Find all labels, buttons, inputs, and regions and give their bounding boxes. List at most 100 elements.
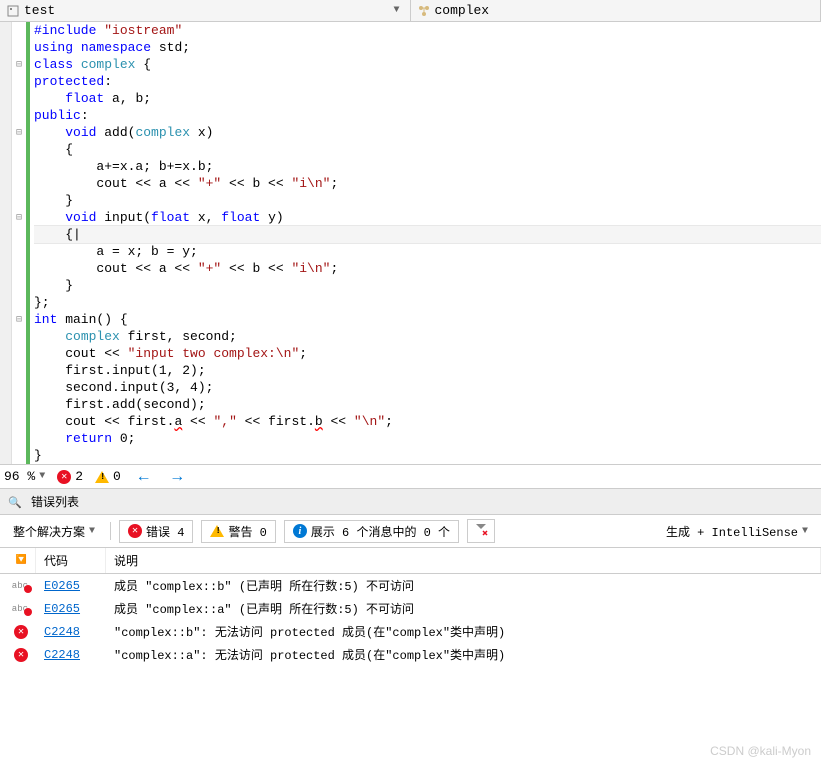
editor-gutter	[0, 22, 12, 464]
code-line[interactable]: a+=x.a; b+=x.b;	[34, 158, 821, 175]
code-line[interactable]: complex first, second;	[34, 328, 821, 345]
fold-toggle	[12, 175, 26, 192]
warnings-filter-button[interactable]: 警告 0	[201, 520, 275, 543]
error-description: "complex::b": 无法访问 protected 成员(在"comple…	[106, 623, 821, 640]
messages-filter-label: 展示 6 个消息中的 0 个	[311, 523, 450, 540]
fold-toggle	[12, 277, 26, 294]
breadcrumb: test ▼ complex	[0, 0, 821, 22]
chevron-down-icon: ▼	[89, 526, 95, 537]
code-line[interactable]: second.input(3, 4);	[34, 379, 821, 396]
error-description: "complex::a": 无法访问 protected 成员(在"comple…	[106, 646, 821, 663]
error-table-header: 🔽 代码 说明	[0, 548, 821, 574]
code-line[interactable]: protected:	[34, 73, 821, 90]
error-row[interactable]: ✕C2248"complex::b": 无法访问 protected 成员(在"…	[0, 620, 821, 643]
error-icon: ✕	[128, 524, 142, 538]
code-line[interactable]: public:	[34, 107, 821, 124]
errors-filter-button[interactable]: ✕ 错误 4	[119, 520, 193, 543]
fold-toggle	[12, 413, 26, 430]
fold-toggle	[12, 379, 26, 396]
nav-back-button[interactable]: ←	[133, 468, 155, 486]
messages-filter-button[interactable]: i 展示 6 个消息中的 0 个	[284, 520, 459, 543]
nav-forward-button[interactable]: →	[166, 468, 188, 486]
clear-filter-button[interactable]	[467, 519, 495, 543]
warning-count[interactable]: 0	[95, 469, 121, 484]
code-line[interactable]: {	[34, 141, 821, 158]
fold-toggle	[12, 243, 26, 260]
warning-icon	[95, 471, 109, 483]
column-code[interactable]: 代码	[36, 548, 106, 573]
code-line[interactable]: int main() {	[34, 311, 821, 328]
error-row[interactable]: abcE0265成员 "complex::b" (已声明 所在行数:5) 不可访…	[0, 574, 821, 597]
fold-toggle[interactable]: ⊟	[12, 124, 26, 141]
code-line[interactable]: cout << "input two complex:\n";	[34, 345, 821, 362]
fold-toggle	[12, 22, 26, 39]
fold-toggle	[12, 90, 26, 107]
fold-toggle	[12, 141, 26, 158]
breadcrumb-scope[interactable]: test ▼	[0, 0, 411, 21]
error-table-body: abc E0265成员 "complex::b" (已声明 所在行数:5) 不可访…	[0, 574, 821, 666]
zoom-value: 96 %	[4, 469, 35, 484]
error-count-value: 2	[75, 469, 83, 484]
column-icon[interactable]: 🔽	[0, 548, 36, 573]
code-line[interactable]: void input(float x, float y)	[34, 209, 821, 226]
intellisense-error-icon: abc	[12, 604, 28, 614]
error-code[interactable]: E0265	[36, 579, 106, 593]
fold-toggle	[12, 226, 26, 243]
fold-toggle	[12, 345, 26, 362]
error-code[interactable]: C2248	[36, 625, 106, 639]
code-line[interactable]: }	[34, 277, 821, 294]
code-line[interactable]: class complex {	[34, 56, 821, 73]
scope-filter-label: 整个解决方案	[13, 523, 85, 540]
zoom-selector[interactable]: 96 % ▼	[4, 469, 45, 484]
breadcrumb-member[interactable]: complex	[411, 0, 821, 21]
error-row[interactable]: ✕C2248"complex::a": 无法访问 protected 成员(在"…	[0, 643, 821, 666]
code-line[interactable]: cout << first.a << "," << first.b << "\n…	[34, 413, 821, 430]
error-count[interactable]: ✕ 2	[57, 469, 83, 484]
fold-toggle	[12, 107, 26, 124]
fold-toggle	[12, 362, 26, 379]
fold-toggle	[12, 430, 26, 447]
breadcrumb-scope-label: test	[24, 3, 55, 18]
code-line[interactable]: cout << a << "+" << b << "i\n";	[34, 260, 821, 277]
code-line[interactable]: void add(complex x)	[34, 124, 821, 141]
error-filter-bar: 整个解决方案 ▼ ✕ 错误 4 警告 0 i 展示 6 个消息中的 0 个 生成…	[0, 515, 821, 548]
fold-toggle	[12, 328, 26, 345]
info-icon: i	[293, 524, 307, 538]
error-description: 成员 "complex::b" (已声明 所在行数:5) 不可访问	[106, 577, 821, 594]
chevron-down-icon[interactable]: ▼	[389, 5, 403, 16]
chevron-down-icon: ▼	[802, 526, 808, 537]
code-line[interactable]: }	[34, 447, 821, 464]
code-line[interactable]: {|	[34, 225, 821, 244]
error-code[interactable]: E0265	[36, 602, 106, 616]
code-area[interactable]: #include "iostream"using namespace std;c…	[30, 22, 821, 464]
errors-filter-label: 错误 4	[146, 523, 184, 540]
error-icon: ✕	[57, 470, 71, 484]
watermark: CSDN @kali-Myon	[710, 744, 811, 758]
fold-toggle	[12, 260, 26, 277]
code-line[interactable]: }	[34, 192, 821, 209]
code-line[interactable]: a = x; b = y;	[34, 243, 821, 260]
code-line[interactable]: cout << a << "+" << b << "i\n";	[34, 175, 821, 192]
code-line[interactable]: first.input(1, 2);	[34, 362, 821, 379]
code-line[interactable]: first.add(second);	[34, 396, 821, 413]
error-description: 成员 "complex::a" (已声明 所在行数:5) 不可访问	[106, 600, 821, 617]
fold-toggle[interactable]: ⊟	[12, 56, 26, 73]
code-line[interactable]: using namespace std;	[34, 39, 821, 56]
error-list-header: 🔍 错误列表	[0, 488, 821, 515]
fold-toggle[interactable]: ⊟	[12, 209, 26, 226]
error-row[interactable]: abc E0265成员 "complex::a" (已声明 所在行数:5) 不可访…	[0, 597, 821, 620]
scope-filter[interactable]: 整个解决方案 ▼	[6, 520, 102, 543]
build-intellisense-filter[interactable]: 生成 + IntelliSense ▼	[659, 520, 815, 543]
code-line[interactable]: };	[34, 294, 821, 311]
class-icon	[417, 4, 431, 18]
code-line[interactable]: float a, b;	[34, 90, 821, 107]
column-description[interactable]: 说明	[106, 548, 821, 573]
error-code[interactable]: C2248	[36, 648, 106, 662]
fold-toggle	[12, 396, 26, 413]
code-line[interactable]: return 0;	[34, 430, 821, 447]
code-editor[interactable]: ⊟ ⊟ ⊟ ⊟ #include "iostream"using namespace …	[0, 22, 821, 464]
fold-toggle	[12, 158, 26, 175]
fold-toggle[interactable]: ⊟	[12, 311, 26, 328]
code-line[interactable]: #include "iostream"	[34, 22, 821, 39]
warning-count-value: 0	[113, 469, 121, 484]
